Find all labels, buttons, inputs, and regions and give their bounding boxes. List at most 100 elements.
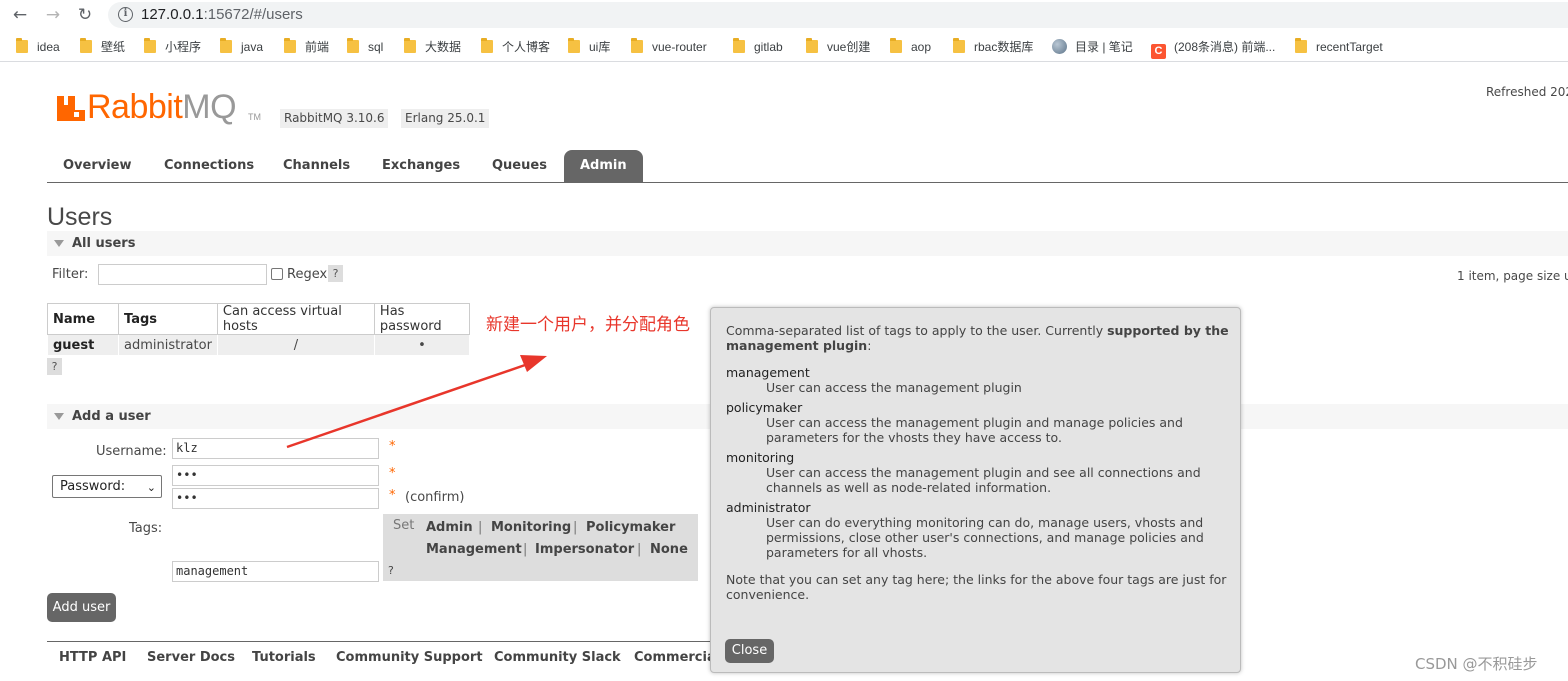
tab-connections[interactable]: Connections: [148, 150, 270, 182]
popup-term: management: [726, 365, 810, 380]
reload-icon[interactable]: ↻: [73, 4, 97, 26]
separator: |: [637, 542, 642, 557]
tag-management-link[interactable]: Management: [426, 542, 522, 557]
popup-note: convenience.: [726, 587, 810, 602]
folder-icon: [481, 38, 493, 53]
username-input[interactable]: klz: [172, 438, 379, 459]
popup-desc: parameters for all vhosts.: [766, 545, 928, 560]
tag-admin-link[interactable]: Admin: [426, 520, 473, 535]
close-button[interactable]: Close: [725, 639, 774, 663]
regex-checkbox[interactable]: [271, 268, 283, 280]
bookmark[interactable]: 目录 | 笔记: [1052, 39, 1133, 57]
bookmark[interactable]: vue-router: [631, 38, 707, 57]
popup-term: administrator: [726, 500, 811, 515]
tags-input[interactable]: management: [172, 561, 379, 582]
popup-desc: User can access the management plugin an…: [766, 465, 1201, 480]
popup-desc: User can access the management plugin: [766, 380, 1022, 395]
bookmark[interactable]: 壁纸: [80, 38, 125, 57]
bookmark[interactable]: rbac数据库: [953, 38, 1033, 57]
rabbitmq-version: RabbitMQ 3.10.6: [280, 109, 389, 128]
footer-link-server-docs[interactable]: Server Docs: [147, 650, 235, 665]
tag-monitoring-link[interactable]: Monitoring: [491, 520, 571, 535]
popup-desc: parameters for the vhosts they have acce…: [766, 430, 1062, 445]
column-header: Can access virtual hosts: [216, 303, 375, 335]
folder-icon: [568, 38, 580, 53]
bookmark[interactable]: java: [220, 38, 263, 57]
separator: |: [523, 542, 528, 557]
tab-exchanges[interactable]: Exchanges: [366, 150, 476, 182]
popup-desc: User can do everything monitoring can do…: [766, 515, 1204, 530]
regex-label: Regex: [287, 267, 328, 282]
password-input[interactable]: •••: [172, 465, 379, 486]
user-tags-cell: administrator: [118, 334, 218, 356]
tab-admin[interactable]: Admin: [564, 150, 643, 182]
column-header: Has password: [373, 303, 470, 335]
tab-queues[interactable]: Queues: [476, 150, 563, 182]
tab-overview[interactable]: Overview: [47, 150, 148, 182]
url-text: 127.0.0.1:15672/#/users: [141, 6, 303, 23]
bookmark[interactable]: 大数据: [404, 38, 461, 57]
column-header[interactable]: Name: [47, 303, 119, 335]
table-header-row: Name Tags Can access virtual hosts Has p…: [47, 303, 470, 335]
filter-help-button[interactable]: ?: [328, 265, 343, 282]
separator: |: [478, 520, 483, 535]
back-icon[interactable]: ←: [8, 4, 32, 26]
footer-divider: [47, 641, 717, 642]
folder-icon: [404, 38, 416, 53]
filter-label: Filter:: [52, 267, 89, 282]
bookmark[interactable]: idea: [16, 38, 60, 57]
folder-icon: [80, 38, 92, 53]
footer-link-community-slack[interactable]: Community Slack: [494, 650, 621, 665]
tags-help-button[interactable]: ?: [388, 564, 394, 577]
bookmark[interactable]: vue创建: [806, 38, 870, 57]
bookmark[interactable]: C (208条消息) 前端...: [1151, 39, 1275, 59]
popup-note: Note that you can set any tag here; the …: [726, 572, 1227, 587]
folder-icon: [631, 38, 643, 53]
filter-input[interactable]: [98, 264, 267, 285]
bookmark[interactable]: 个人博客: [481, 38, 550, 57]
rabbit-logo-icon: [57, 96, 85, 121]
table-help-button[interactable]: ?: [47, 358, 62, 375]
password-confirm-input[interactable]: •••: [172, 488, 379, 509]
site-info-icon[interactable]: i: [118, 7, 133, 22]
annotation-text: 新建一个用户，并分配角色: [486, 315, 690, 335]
table-row[interactable]: guest administrator / •: [47, 334, 470, 356]
tag-impersonator-link[interactable]: Impersonator: [535, 542, 634, 557]
address-bar[interactable]: i 127.0.0.1:15672/#/users: [108, 2, 1568, 28]
bookmark[interactable]: ui库: [568, 38, 610, 57]
footer-link-http-api[interactable]: HTTP API: [59, 650, 126, 665]
bookmarks-bar: idea 壁纸 小程序 java 前端 sql 大数据 个人博客 ui库 vue…: [0, 33, 1568, 62]
tab-channels[interactable]: Channels: [267, 150, 366, 182]
erlang-version: Erlang 25.0.1: [401, 109, 490, 128]
bookmark[interactable]: 小程序: [144, 38, 201, 57]
column-header[interactable]: Tags: [118, 303, 218, 335]
bookmark[interactable]: recentTarget: [1295, 38, 1383, 57]
folder-icon: [284, 38, 296, 53]
footer-link-community-support[interactable]: Community Support: [336, 650, 483, 665]
popup-desc: permissions, close other user's connecti…: [766, 530, 1204, 545]
password-type-select[interactable]: Password: ⌄: [52, 475, 162, 498]
page-title: Users: [47, 203, 113, 231]
folder-icon: [733, 38, 745, 53]
folder-icon: [953, 38, 965, 53]
user-name-cell[interactable]: guest: [47, 334, 119, 356]
bookmark[interactable]: aop: [890, 38, 931, 57]
bookmark[interactable]: 前端: [284, 38, 329, 57]
refreshed-status: Refreshed 202: [1486, 85, 1568, 99]
tag-shortcuts: Set Admin | Monitoring | Policymaker Man…: [383, 514, 698, 581]
all-users-header[interactable]: All users: [47, 231, 1568, 256]
footer-link-tutorials[interactable]: Tutorials: [252, 650, 316, 665]
footer-link-commercial[interactable]: Commercia: [634, 650, 716, 665]
users-table: Name Tags Can access virtual hosts Has p…: [47, 303, 470, 356]
folder-icon: [16, 38, 28, 53]
tags-help-popup: Comma-separated list of tags to apply to…: [710, 307, 1241, 673]
bookmark[interactable]: gitlab: [733, 38, 783, 57]
user-has-password-cell: •: [373, 334, 470, 356]
add-user-button[interactable]: Add user: [47, 593, 116, 622]
watermark: CSDN @不积硅步: [1415, 655, 1538, 673]
tag-policymaker-link[interactable]: Policymaker: [586, 520, 675, 535]
popup-desc: channels as well as node-related informa…: [766, 480, 1052, 495]
tag-none-link[interactable]: None: [650, 542, 688, 557]
bookmark[interactable]: sql: [347, 38, 383, 57]
forward-icon[interactable]: →: [41, 4, 65, 26]
